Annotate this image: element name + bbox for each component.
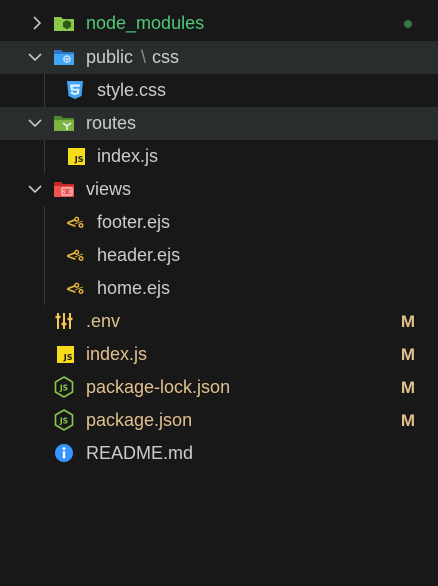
node-folder-icon: [53, 12, 75, 34]
ejs-icon: <%: [66, 245, 83, 265]
tree-item-label: routes: [86, 113, 137, 133]
tree-item-public-css[interactable]: public \ css: [0, 41, 438, 74]
git-modified-badge: M: [400, 312, 415, 331]
top-edge: [0, 0, 438, 6]
js-icon: JS: [54, 343, 76, 365]
ejs-icon: <%: [66, 212, 83, 232]
env-settings-icon: [53, 310, 75, 332]
svg-text:JS: JS: [59, 417, 68, 426]
tree-item-label: package-lock.json: [86, 377, 231, 397]
tree-item-label: views: [86, 179, 132, 199]
tree-item-label: README.md: [86, 443, 194, 463]
tree-item-label: home.ejs: [97, 278, 171, 298]
tree-item-label: header.ejs: [97, 245, 181, 265]
tree-item-label-secondary: css: [152, 47, 179, 67]
tree-item-readme-md[interactable]: README.md: [0, 437, 438, 470]
tree-item-style-css[interactable]: style.css: [0, 74, 438, 107]
css3-icon: [64, 79, 86, 101]
nodejs-icon: JS: [53, 376, 75, 398]
path-separator: \: [141, 47, 147, 67]
git-modified-badge: M: [400, 345, 415, 364]
tree-item-env[interactable]: .env M: [0, 305, 438, 338]
info-icon: [53, 442, 75, 464]
tree-item-label: index.js: [86, 344, 148, 364]
git-ignored-dot: [404, 20, 412, 28]
chevron-down-icon[interactable]: [26, 180, 44, 198]
tree-item-index-js[interactable]: JS index.js M: [0, 338, 438, 371]
file-explorer: node_modules public \ css style.css rout…: [0, 0, 438, 586]
tree-item-label: .env: [86, 311, 121, 331]
chevron-right-icon[interactable]: [28, 14, 46, 32]
ejs-icon: <%: [66, 278, 83, 298]
views-folder-icon: [53, 178, 75, 200]
git-modified-badge: M: [400, 411, 415, 430]
tree-item-label: node_modules: [86, 13, 205, 33]
tree-item-header-ejs[interactable]: <% header.ejs: [0, 239, 438, 272]
tree-item-label: package.json: [86, 410, 193, 430]
chevron-down-icon[interactable]: [26, 114, 44, 132]
tree-item-footer-ejs[interactable]: <% footer.ejs: [0, 206, 438, 239]
tree-item-home-ejs[interactable]: <% home.ejs: [0, 272, 438, 305]
tree-item-routes[interactable]: routes: [0, 107, 438, 140]
public-folder-icon: [53, 46, 75, 68]
tree-item-label: footer.ejs: [97, 212, 171, 232]
tree-item-label: index.js: [97, 146, 159, 166]
tree-item-label: public: [86, 47, 134, 67]
chevron-down-icon[interactable]: [26, 48, 44, 66]
tree-item-views[interactable]: views: [0, 173, 438, 206]
tree-item-package-json[interactable]: JS package.json M: [0, 404, 438, 437]
tree-item-label: style.css: [97, 80, 167, 100]
js-icon: JS: [65, 145, 87, 167]
tree-item-package-lock-json[interactable]: JS package-lock.json M: [0, 371, 438, 404]
routes-folder-icon: [53, 112, 75, 134]
tree-item-node-modules[interactable]: node_modules: [0, 7, 438, 40]
tree-item-routes-index-js[interactable]: JS index.js: [0, 140, 438, 173]
git-modified-badge: M: [400, 378, 415, 397]
nodejs-icon: JS: [53, 409, 75, 431]
svg-text:JS: JS: [59, 384, 68, 393]
